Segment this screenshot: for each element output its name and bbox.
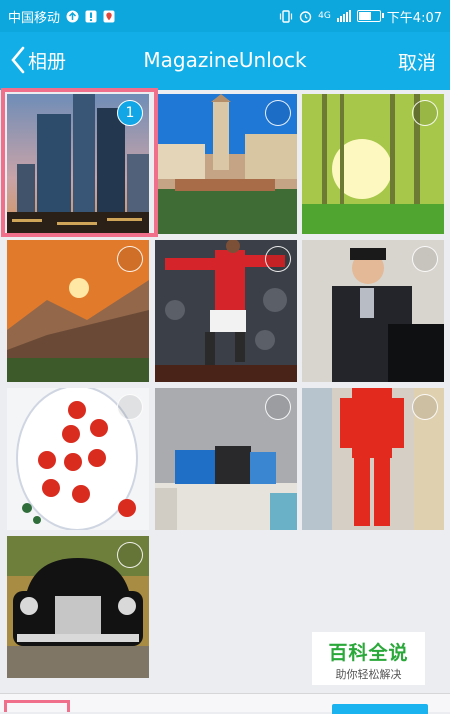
map-pin-icon [103,10,115,23]
selection-circle[interactable] [412,100,438,126]
photo-vintage-car[interactable] [7,536,149,678]
photo-mountain-sunset[interactable] [7,240,149,382]
selection-order: 1 [125,105,135,121]
selection-circle[interactable] [265,100,291,126]
photo-grid: 1 百科全说 助你轻松解决 [0,90,450,693]
bottom-toolbar [0,693,450,714]
alert-icon [85,10,97,23]
preview-button[interactable] [4,700,70,712]
status-right: 4G 下午4:07 [279,7,442,26]
photo-city-skyline[interactable]: 1 [7,94,149,234]
selection-circle[interactable] [265,246,291,272]
battery-icon [356,10,384,22]
confirm-button[interactable] [332,704,428,714]
status-left: 中国移动 [8,7,115,26]
alarm-icon [299,10,312,23]
selection-badge[interactable]: 1 [117,100,143,126]
photo-bedroom-cushions[interactable] [155,388,297,530]
title-bar: 相册 MagazineUnlock 取消 [0,32,450,90]
clock: 下午4:07 [386,10,442,26]
watermark-title: 百科全说 [328,642,409,664]
network-type-label: 4G [318,11,331,21]
cancel-button[interactable]: 取消 [398,48,436,75]
photo-man-at-piano[interactable] [302,240,444,382]
vibrate-icon [279,9,293,23]
selection-circle[interactable] [412,246,438,272]
photo-old-town-tower[interactable] [155,94,297,234]
photo-soccer-player[interactable] [155,240,297,382]
selection-circle[interactable] [117,246,143,272]
watermark-logo: 百科全说 助你轻松解决 [312,632,425,685]
page-title: MagazineUnlock [143,48,307,72]
selection-circle[interactable] [117,542,143,568]
carrier-label: 中国移动 [8,10,61,26]
selection-circle[interactable] [412,394,438,420]
signal-icon [336,10,351,22]
photo-sunny-forest[interactable] [302,94,444,234]
photo-tomatoes-plate[interactable] [7,388,149,530]
watermark-subtitle: 助你轻松解决 [335,668,402,681]
status-bar: 中国移动 4G 下午4:07 [0,0,450,32]
selection-circle[interactable] [117,394,143,420]
selection-circle[interactable] [265,394,291,420]
photo-red-outfit[interactable] [302,388,444,530]
hotspot-icon [66,10,79,23]
